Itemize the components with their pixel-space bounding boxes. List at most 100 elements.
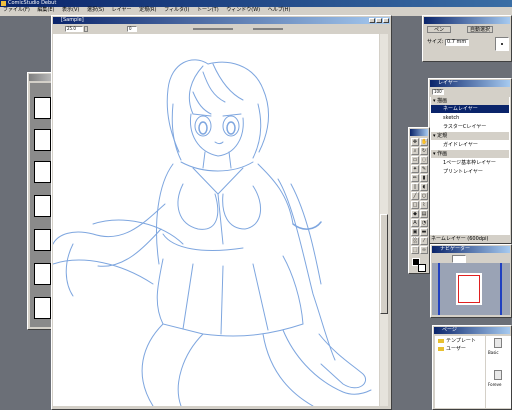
zoom-field[interactable]: 25.0 xyxy=(65,26,83,32)
tab-auto-select[interactable]: 自動選択 xyxy=(467,26,493,33)
page-thumb[interactable] xyxy=(34,129,51,151)
rotate-slider[interactable] xyxy=(253,28,283,30)
select-rect-icon[interactable]: ▭ xyxy=(411,156,419,164)
frame-icon[interactable]: ▣ xyxy=(411,228,419,236)
scroll-thumb[interactable] xyxy=(380,214,388,314)
zoom-slider[interactable] xyxy=(193,28,233,30)
eyedropper-icon[interactable]: ⁄ xyxy=(420,237,428,245)
menu-bar: ファイル(F) 編集(E) 表示(V) 選択(S) レイヤー 定規(R) フィル… xyxy=(0,7,512,15)
line-icon[interactable]: ╱ xyxy=(411,192,419,200)
tone-icon[interactable]: ░ xyxy=(411,237,419,245)
sketch-drawing xyxy=(53,59,372,406)
sub-color-swatch[interactable] xyxy=(418,264,426,272)
fill-icon[interactable]: ◆ xyxy=(411,210,419,218)
menu-tone[interactable]: トーン(T) xyxy=(194,7,222,14)
maximize-button[interactable] xyxy=(376,18,382,23)
page-thumb[interactable] xyxy=(34,229,51,251)
layer-palette: レイヤー 100 ▾ 描画 ネームレイヤー sketch ラスターCレイヤー ▾… xyxy=(428,78,512,244)
app-title: ComicStudio Debut xyxy=(8,0,57,6)
folder-item-user[interactable]: ユーザー xyxy=(436,345,484,353)
zoom-dropdown-icon[interactable] xyxy=(84,26,88,32)
navigator-blue-bar xyxy=(438,263,440,315)
navigator-zoom-field[interactable] xyxy=(452,255,466,263)
rect-icon[interactable]: □ xyxy=(411,201,419,209)
file-item-foreve[interactable]: Foreve xyxy=(488,370,508,392)
size-field[interactable]: 0.7 mm xyxy=(445,39,469,46)
text-icon[interactable]: A xyxy=(411,219,419,227)
file-icon xyxy=(494,370,502,380)
zoom-icon[interactable]: ⌕ xyxy=(411,147,419,155)
tool-tabs: ペン 自動選択 xyxy=(427,26,507,34)
object-icon[interactable]: ⬚ xyxy=(411,246,419,254)
tab-pen[interactable]: ペン xyxy=(427,26,451,33)
menu-file[interactable]: ファイル(F) xyxy=(0,7,33,14)
tool-options-titlebar xyxy=(424,17,510,24)
layer-item-name[interactable]: ネームレイヤー xyxy=(431,105,509,113)
page-thumb[interactable] xyxy=(34,297,51,319)
balloon-icon[interactable]: ◔ xyxy=(420,219,428,227)
folder-tree: テンプレート ユーザー xyxy=(435,336,485,408)
menu-view[interactable]: 表示(V) xyxy=(59,7,82,14)
page-thumb[interactable] xyxy=(34,161,51,183)
move-icon[interactable]: ✥ xyxy=(411,138,419,146)
page-thumb[interactable] xyxy=(34,97,51,119)
folder-item-template[interactable]: テンプレート xyxy=(436,337,484,345)
hand-icon[interactable]: ✋ xyxy=(420,138,428,146)
brush-icon[interactable]: ◖ xyxy=(420,183,428,191)
file-item-basic[interactable]: Basic xyxy=(488,338,508,360)
layer-item-print[interactable]: プリントレイヤー xyxy=(431,168,509,176)
document-titlebar: [Sample] xyxy=(53,17,390,24)
menu-ruler[interactable]: 定規(R) xyxy=(136,7,159,14)
folder-icon xyxy=(438,339,444,343)
wand-icon[interactable]: ✦ xyxy=(411,165,419,173)
menu-help[interactable]: ヘルプ(H) xyxy=(265,7,294,14)
navigator-view-rect[interactable] xyxy=(458,275,480,303)
document-title: [Sample] xyxy=(61,17,84,23)
tools-titlebar xyxy=(410,129,428,136)
gradient-icon[interactable]: ▤ xyxy=(420,210,428,218)
page-manager: ページ テンプレート ユーザー Basic Foreve xyxy=(432,325,512,410)
minimize-button[interactable] xyxy=(369,18,375,23)
pen-icon[interactable]: ✎ xyxy=(420,165,428,173)
ellipse-icon[interactable]: ○ xyxy=(420,192,428,200)
brush-preview xyxy=(495,37,509,51)
menu-layer[interactable]: レイヤー xyxy=(109,7,135,14)
document-toolbar: 25.0 0 xyxy=(53,25,390,33)
menu-filter[interactable]: フィルタ(I) xyxy=(161,7,192,14)
menu-window[interactable]: ウィンドウ(W) xyxy=(223,7,263,14)
rotate-icon[interactable]: ↻ xyxy=(420,147,428,155)
layer-item-raster[interactable]: ラスターCレイヤー xyxy=(431,123,509,131)
pencil-icon[interactable]: ✏ xyxy=(411,174,419,182)
layer-item-sketch[interactable]: sketch xyxy=(431,114,509,122)
layer-folder-ruler[interactable]: ▾ 定規 xyxy=(431,132,509,140)
file-list: Basic Foreve xyxy=(486,336,511,408)
layer-status: ネームレイヤー (600dpi) xyxy=(431,236,489,242)
eraser-icon[interactable]: ▯ xyxy=(411,183,419,191)
marker-icon[interactable]: ▮ xyxy=(420,174,428,182)
lasso-icon[interactable]: ◌ xyxy=(420,156,428,164)
page-thumb[interactable] xyxy=(34,263,51,285)
layer-folder-frame[interactable]: ▾ 作画 xyxy=(431,150,509,158)
page-manager-titlebar: ページ xyxy=(434,327,510,334)
navigator-view[interactable] xyxy=(432,263,510,315)
polyline-icon[interactable]: ⌇ xyxy=(420,201,428,209)
page-thumb[interactable] xyxy=(34,195,51,217)
app-window: ComicStudio Debut ファイル(F) 編集(E) 表示(V) 選択… xyxy=(0,0,512,16)
ruler-icon[interactable]: ▬ xyxy=(420,228,428,236)
rotation-field[interactable]: 0 xyxy=(127,26,137,32)
document-window: [Sample] 25.0 0 xyxy=(51,15,392,410)
close-button[interactable] xyxy=(383,18,389,23)
layer-item-guide[interactable]: ガイドレイヤー xyxy=(431,141,509,149)
menu-edit[interactable]: 編集(E) xyxy=(34,7,57,14)
drawing-canvas[interactable] xyxy=(53,34,379,406)
menu-select[interactable]: 選択(S) xyxy=(84,7,107,14)
opacity-field[interactable]: 100 xyxy=(432,89,444,95)
vertical-scrollbar[interactable] xyxy=(380,34,388,406)
link-icon[interactable]: ∞ xyxy=(420,246,428,254)
layer-titlebar: レイヤー xyxy=(430,80,510,87)
brush-dot-icon xyxy=(501,43,503,45)
layer-toolbar: 100 xyxy=(430,88,510,96)
layer-item-frame[interactable]: 1ページ基本枠レイヤー xyxy=(431,159,509,167)
layer-list: ▾ 描画 ネームレイヤー sketch ラスターCレイヤー ▾ 定規 ガイドレイ… xyxy=(430,97,510,235)
layer-folder-draw[interactable]: ▾ 描画 xyxy=(431,97,509,105)
